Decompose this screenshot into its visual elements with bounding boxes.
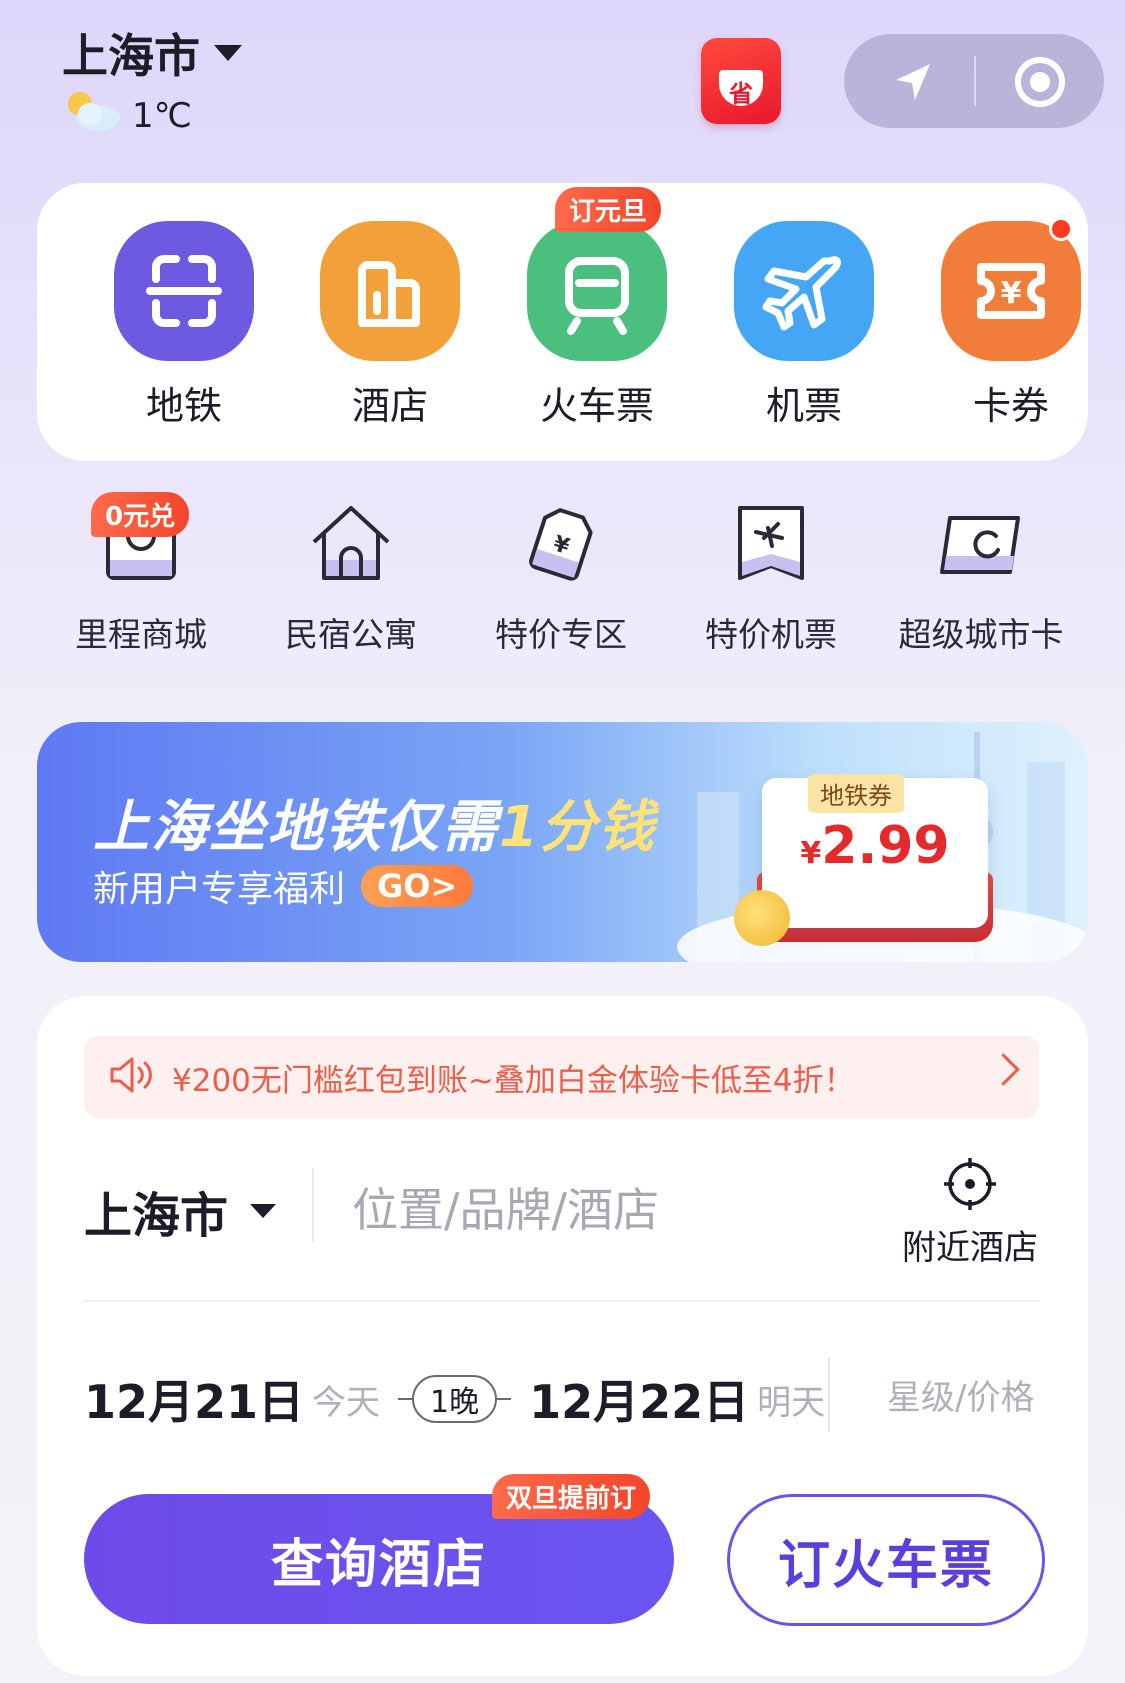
service-label: 火车票 xyxy=(539,384,654,428)
price-tag-icon: ¥ xyxy=(516,498,606,588)
service-special-zone[interactable]: ¥ 特价专区 xyxy=(461,498,661,656)
city-name: 上海市 xyxy=(62,29,200,83)
plane-ticket-icon xyxy=(726,498,816,588)
service-label: 民宿公寓 xyxy=(285,615,417,654)
divider xyxy=(84,1300,1039,1302)
promo-tag: 订元旦 xyxy=(555,187,662,232)
checkout-day: 明天 xyxy=(757,1382,826,1423)
service-label: 卡券 xyxy=(972,384,1049,428)
service-flight[interactable]: 机票 xyxy=(714,221,894,430)
coupon-amount: 2.99 xyxy=(821,816,950,876)
plane-icon xyxy=(734,221,874,361)
book-train-button[interactable]: 订火车票 xyxy=(727,1494,1045,1626)
promo-tag: 0元兑 xyxy=(91,492,190,537)
service-homestay[interactable]: 民宿公寓 xyxy=(251,498,451,656)
nearby-hotels-button[interactable]: 附近酒店 xyxy=(895,1156,1045,1269)
go-button[interactable]: GO> xyxy=(361,865,474,907)
service-label: 机票 xyxy=(765,384,842,428)
promo-tag: 双旦提前订 xyxy=(492,1474,651,1519)
divider xyxy=(312,1168,314,1242)
partly-cloudy-icon xyxy=(62,88,124,143)
banner-title-highlight: 1分钱 xyxy=(499,795,656,860)
ticket-icon: ¥ xyxy=(941,217,1081,361)
speaker-icon xyxy=(108,1055,156,1099)
service-label: 超级城市卡 xyxy=(898,615,1064,654)
city-selector[interactable]: 上海市 xyxy=(62,20,242,86)
chevron-down-icon xyxy=(214,45,242,61)
banner-title: 上海坐地铁仅需1分钱 xyxy=(93,782,656,863)
service-label: 地铁 xyxy=(145,384,222,428)
star-price-filter[interactable]: 星级/价格 xyxy=(887,1370,1034,1419)
locate-icon xyxy=(895,1156,1045,1216)
divider xyxy=(828,1358,830,1432)
banner-subtitle: 新用户专享福利 GO> xyxy=(93,860,474,912)
service-hotel[interactable]: 酒店 xyxy=(300,221,480,430)
building-icon xyxy=(320,221,460,361)
checkin-day: 今天 xyxy=(312,1382,381,1423)
main-services-card: 地铁 酒店 火车票 订元旦 机票 ¥ 卡券 xyxy=(37,183,1088,461)
house-icon xyxy=(306,498,396,588)
nights-count: 1晚 xyxy=(412,1375,498,1423)
checkout-date: 12月22日 xyxy=(529,1375,750,1429)
coupon-currency: ¥ xyxy=(800,836,822,871)
chevron-right-icon xyxy=(987,1053,1020,1086)
nearby-label: 附近酒店 xyxy=(902,1228,1038,1268)
banner-subtitle-text: 新用户专享福利 xyxy=(93,869,346,910)
train-icon xyxy=(527,221,667,361)
weather-info: 1℃ xyxy=(62,88,192,143)
coupon-title: 地铁券 xyxy=(808,774,904,813)
notification-dot xyxy=(1049,217,1073,241)
coin-icon xyxy=(734,890,790,946)
savings-badge[interactable]: 省 xyxy=(701,38,781,124)
service-metro[interactable]: 地铁 xyxy=(94,221,274,430)
notice-text: ¥200无门槛红包到账~叠加白金体验卡低至4折！ xyxy=(172,1062,855,1099)
service-label: 酒店 xyxy=(351,384,428,428)
service-train[interactable]: 火车票 订元旦 xyxy=(507,187,687,430)
hotel-city-selector[interactable]: 上海市 xyxy=(84,1176,277,1246)
date-selector[interactable]: 12月21日 今天 1晚 12月22日 明天 xyxy=(84,1366,825,1432)
hotel-booking-card: ¥200无门槛红包到账~叠加白金体验卡低至4折！ 上海市 位置/品牌/酒店 附近… xyxy=(37,996,1088,1676)
temperature: 1℃ xyxy=(132,95,192,136)
service-label: 特价专区 xyxy=(495,615,627,654)
service-mileage-mall[interactable]: 里程商城 0元兑 xyxy=(41,492,241,656)
nights-indicator: 1晚 xyxy=(398,1375,512,1423)
checkin-date: 12月21日 xyxy=(84,1375,305,1429)
service-cheap-flights[interactable]: 特价机票 xyxy=(671,498,871,656)
metro-coupon-card: 地铁券 ¥2.99 xyxy=(762,774,988,928)
capsule-divider xyxy=(974,56,976,106)
service-label: 里程商城 xyxy=(75,615,207,654)
banner-title-main: 上海坐地铁仅需 xyxy=(93,795,499,860)
svg-text:¥: ¥ xyxy=(1001,276,1022,311)
notice-bar[interactable]: ¥200无门槛红包到账~叠加白金体验卡低至4折！ xyxy=(84,1036,1039,1118)
service-label: 特价机票 xyxy=(705,615,837,654)
city-card-icon xyxy=(936,498,1026,588)
service-city-card[interactable]: 超级城市卡 xyxy=(881,498,1081,656)
promo-banner[interactable]: 上海坐地铁仅需1分钱 新用户专享福利 GO> 地铁券 ¥2.99 xyxy=(37,722,1088,962)
service-coupon[interactable]: ¥ 卡券 xyxy=(921,217,1101,430)
location-arrow-icon[interactable] xyxy=(888,58,936,110)
scan-icon xyxy=(114,221,254,361)
coupon-price: ¥2.99 xyxy=(762,816,988,876)
hotel-search-input[interactable]: 位置/品牌/酒店 xyxy=(352,1174,659,1240)
close-target-icon[interactable] xyxy=(1014,56,1066,112)
chevron-down-icon xyxy=(250,1204,277,1218)
hotel-city-name: 上海市 xyxy=(84,1188,229,1244)
savings-badge-label: 省 xyxy=(729,80,753,108)
miniapp-capsule xyxy=(844,34,1104,128)
